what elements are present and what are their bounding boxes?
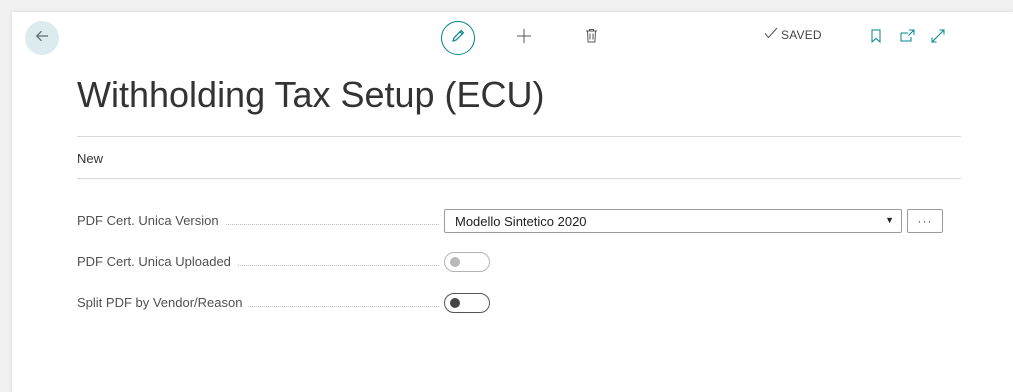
saved-status: SAVED xyxy=(764,27,822,42)
saved-label: SAVED xyxy=(781,27,822,42)
page-title: Withholding Tax Setup (ECU) xyxy=(77,74,545,115)
page-toolbar: SAVED xyxy=(12,21,1013,57)
assist-edit-button[interactable]: ··· xyxy=(907,209,943,233)
new-button[interactable] xyxy=(515,28,533,49)
field-split-pdf-by-vendor-reason: Split PDF by Vendor/Reason xyxy=(77,291,961,315)
field-pdf-cert-unica-uploaded: PDF Cert. Unica Uploaded xyxy=(77,250,961,274)
dropdown-arrow-icon: ▼ xyxy=(885,215,894,225)
toggle-knob xyxy=(450,257,460,267)
expand-icon xyxy=(931,29,945,48)
pdf-cert-unica-uploaded-toggle xyxy=(444,252,490,272)
split-pdf-by-vendor-reason-toggle[interactable] xyxy=(444,293,490,313)
title-divider xyxy=(77,136,961,137)
action-bar-divider xyxy=(77,178,961,179)
edit-button[interactable] xyxy=(441,21,475,55)
open-new-window-icon xyxy=(900,29,915,48)
checkmark-icon xyxy=(764,27,778,42)
bookmark-icon xyxy=(871,29,881,48)
bookmark-button[interactable] xyxy=(870,29,882,48)
pencil-icon xyxy=(450,28,466,49)
open-new-window-button[interactable] xyxy=(899,29,915,48)
page-card: SAVED Withholding Tax Setup (ECU) New PD… xyxy=(12,12,1013,392)
trash-icon xyxy=(585,28,598,48)
field-label: Split PDF by Vendor/Reason xyxy=(77,295,249,310)
expand-button[interactable] xyxy=(930,29,946,48)
field-pdf-cert-unica-version: PDF Cert. Unica Version Modello Sintetic… xyxy=(77,209,961,233)
field-label: PDF Cert. Unica Version xyxy=(77,213,225,228)
pdf-cert-unica-version-select[interactable]: Modello Sintetico 2020 ▼ xyxy=(444,209,902,233)
field-label: PDF Cert. Unica Uploaded xyxy=(77,254,237,269)
toggle-knob xyxy=(450,298,460,308)
new-action[interactable]: New xyxy=(77,151,103,166)
delete-button[interactable] xyxy=(583,29,599,47)
plus-icon xyxy=(516,28,532,49)
select-value: Modello Sintetico 2020 xyxy=(455,213,587,229)
